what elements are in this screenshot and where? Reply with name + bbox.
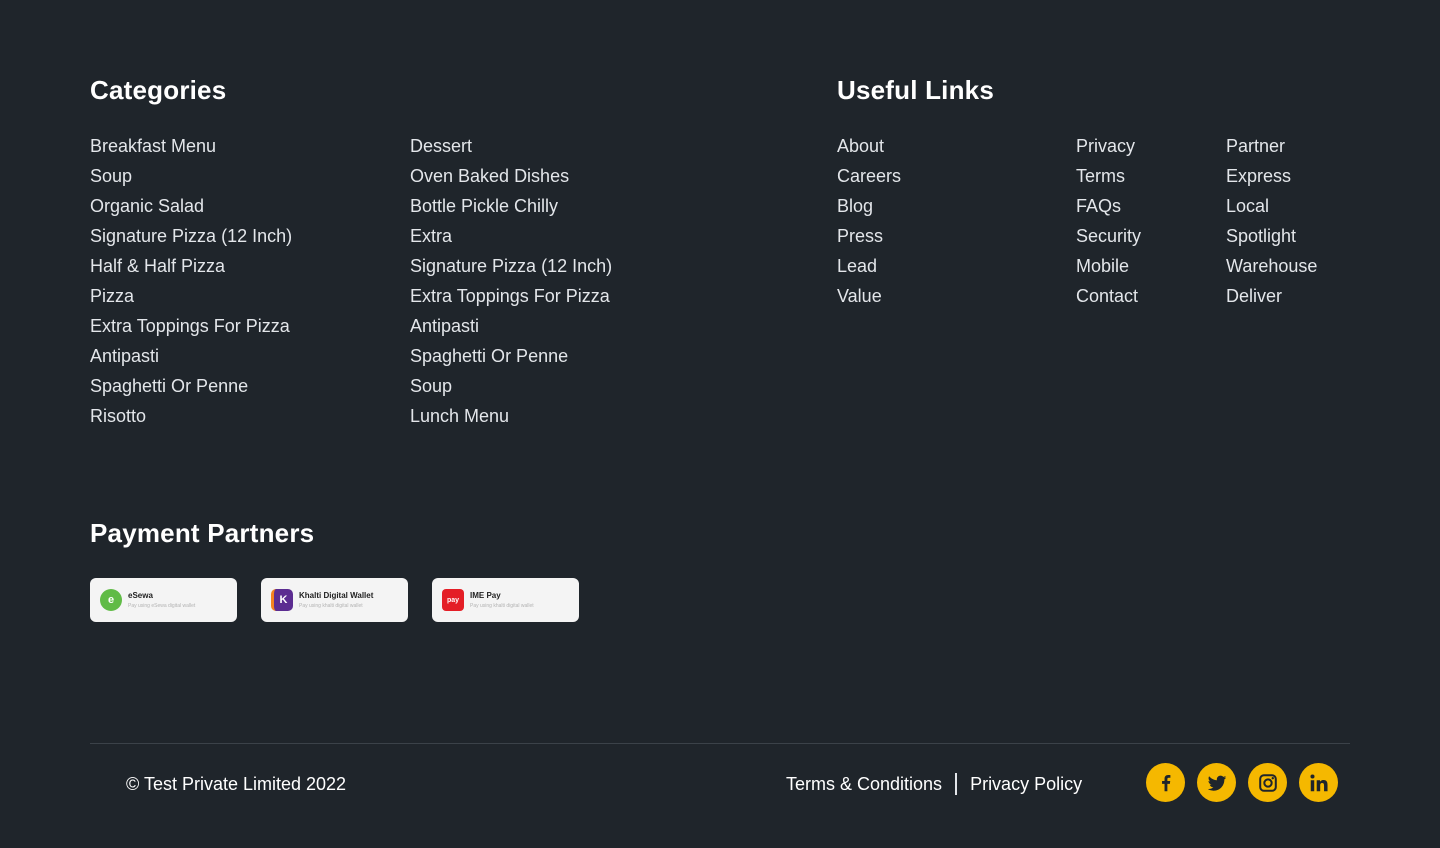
- twitter-icon: [1207, 775, 1226, 791]
- useful-link[interactable]: Spotlight: [1226, 221, 1317, 251]
- useful-link[interactable]: Value: [837, 281, 901, 311]
- useful-link[interactable]: About: [837, 131, 901, 161]
- category-link[interactable]: Soup: [410, 371, 612, 401]
- useful-link[interactable]: Contact: [1076, 281, 1141, 311]
- legal-links: Terms & Conditions Privacy Policy: [786, 772, 1082, 796]
- useful-link[interactable]: Terms: [1076, 161, 1141, 191]
- useful-link[interactable]: Blog: [837, 191, 901, 221]
- facebook-button[interactable]: [1146, 763, 1185, 802]
- category-link[interactable]: Antipasti: [410, 311, 612, 341]
- twitter-button[interactable]: [1197, 763, 1236, 802]
- payment-partner-subtitle: Pay using eSewa digital wallet: [128, 602, 196, 609]
- linkedin-icon: [1309, 773, 1328, 791]
- category-link[interactable]: Oven Baked Dishes: [410, 161, 612, 191]
- category-link[interactable]: Bottle Pickle Chilly: [410, 191, 612, 221]
- useful-link[interactable]: Press: [837, 221, 901, 251]
- social-links: [1146, 763, 1338, 802]
- instagram-button[interactable]: [1248, 763, 1287, 802]
- useful-links-column-3: Partner Express Local Spotlight Warehous…: [1226, 131, 1317, 311]
- category-link[interactable]: Soup: [90, 161, 292, 191]
- category-link[interactable]: Half & Half Pizza: [90, 251, 292, 281]
- useful-links-heading: Useful Links: [837, 75, 994, 105]
- useful-link[interactable]: Privacy: [1076, 131, 1141, 161]
- useful-links-column-2: Privacy Terms FAQs Security Mobile Conta…: [1076, 131, 1141, 311]
- category-link[interactable]: Extra: [410, 221, 612, 251]
- legal-separator: [955, 773, 958, 795]
- payment-partner-name: eSewa: [128, 590, 153, 600]
- category-link[interactable]: Risotto: [90, 401, 292, 431]
- category-link[interactable]: Spaghetti Or Penne: [410, 341, 612, 371]
- category-link[interactable]: Pizza: [90, 281, 292, 311]
- payment-partners-heading: Payment Partners: [90, 518, 315, 548]
- khalti-card[interactable]: K Khalti Digital Wallet Pay using khalti…: [261, 578, 408, 622]
- useful-link[interactable]: Mobile: [1076, 251, 1141, 281]
- payment-partner-name: Khalti Digital Wallet: [299, 590, 374, 600]
- categories-column-1: Breakfast Menu Soup Organic Salad Signat…: [90, 131, 292, 431]
- useful-link[interactable]: Warehouse: [1226, 251, 1317, 281]
- useful-link[interactable]: Careers: [837, 161, 901, 191]
- footer-divider: [90, 743, 1350, 744]
- useful-link[interactable]: Deliver: [1226, 281, 1317, 311]
- payment-partner-subtitle: Pay using khalti digital wallet: [470, 602, 534, 609]
- category-link[interactable]: Extra Toppings For Pizza: [90, 311, 292, 341]
- category-link[interactable]: Spaghetti Or Penne: [90, 371, 292, 401]
- categories-column-2: Dessert Oven Baked Dishes Bottle Pickle …: [410, 131, 612, 431]
- category-link[interactable]: Breakfast Menu: [90, 131, 292, 161]
- khalti-logo-icon: K: [271, 589, 293, 611]
- terms-link[interactable]: Terms & Conditions: [786, 772, 942, 796]
- privacy-link[interactable]: Privacy Policy: [970, 772, 1082, 796]
- category-link[interactable]: Antipasti: [90, 341, 292, 371]
- linkedin-button[interactable]: [1299, 763, 1338, 802]
- category-link[interactable]: Dessert: [410, 131, 612, 161]
- useful-links-column-1: About Careers Blog Press Lead Value: [837, 131, 901, 311]
- category-link[interactable]: Signature Pizza (12 Inch): [410, 251, 612, 281]
- category-link[interactable]: Lunch Menu: [410, 401, 612, 431]
- useful-link[interactable]: Security: [1076, 221, 1141, 251]
- category-link[interactable]: Signature Pizza (12 Inch): [90, 221, 292, 251]
- facebook-icon: [1161, 774, 1170, 791]
- payment-partner-name: IME Pay: [470, 590, 501, 600]
- useful-link[interactable]: Local: [1226, 191, 1317, 221]
- category-link[interactable]: Organic Salad: [90, 191, 292, 221]
- useful-link[interactable]: Express: [1226, 161, 1317, 191]
- categories-heading: Categories: [90, 75, 227, 105]
- copyright-text: © Test Private Limited 2022: [126, 774, 347, 794]
- instagram-icon: [1258, 773, 1277, 792]
- payment-partner-subtitle: Pay using khalti digital wallet: [299, 602, 363, 609]
- useful-link[interactable]: Partner: [1226, 131, 1317, 161]
- imepay-logo-icon: pay: [442, 589, 464, 611]
- category-link[interactable]: Extra Toppings For Pizza: [410, 281, 612, 311]
- esewa-card[interactable]: e eSewa Pay using eSewa digital wallet: [90, 578, 237, 622]
- useful-link[interactable]: Lead: [837, 251, 901, 281]
- footer-page: Categories Breakfast Menu Soup Organic S…: [0, 0, 1440, 848]
- imepay-card[interactable]: pay IME Pay Pay using khalti digital wal…: [432, 578, 579, 622]
- esewa-logo-icon: e: [100, 589, 122, 611]
- useful-link[interactable]: FAQs: [1076, 191, 1141, 221]
